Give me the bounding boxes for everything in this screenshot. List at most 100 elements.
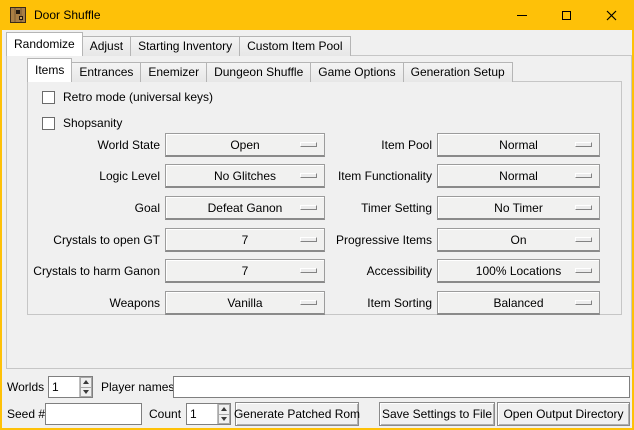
tab-dungeon-shuffle[interactable]: Dungeon Shuffle bbox=[206, 62, 311, 82]
maximize-button[interactable] bbox=[544, 0, 589, 30]
menu-indicator-icon bbox=[300, 173, 317, 178]
menu-indicator-icon bbox=[575, 268, 592, 273]
minimize-button[interactable] bbox=[499, 0, 544, 30]
progressive-items-dropdown[interactable]: On bbox=[437, 228, 600, 252]
logic-level-label: Logic Level bbox=[32, 164, 160, 188]
crystals-gt-dropdown[interactable]: 7 bbox=[165, 228, 325, 252]
worlds-spin-up-button[interactable] bbox=[80, 377, 92, 387]
tab-game-options[interactable]: Game Options bbox=[310, 62, 403, 82]
tab-randomize[interactable]: Randomize bbox=[6, 32, 83, 56]
item-functionality-dropdown[interactable]: Normal bbox=[437, 164, 600, 188]
menu-indicator-icon bbox=[575, 237, 592, 242]
menu-indicator-icon bbox=[300, 237, 317, 242]
dropdown-value: Vanilla bbox=[227, 293, 262, 313]
dropdown-value: Balanced bbox=[493, 293, 543, 313]
retro-mode-checkbox[interactable] bbox=[42, 91, 55, 104]
worlds-spinner bbox=[79, 377, 92, 397]
tab-generation-setup[interactable]: Generation Setup bbox=[403, 62, 513, 82]
tab-custom-item-pool[interactable]: Custom Item Pool bbox=[239, 36, 350, 56]
retro-mode-row: Retro mode (universal keys) bbox=[42, 89, 213, 105]
count-spin-up-button[interactable] bbox=[218, 404, 230, 414]
arrow-up-icon bbox=[83, 380, 89, 384]
dropdown-value: Normal bbox=[499, 135, 538, 155]
item-sorting-label: Item Sorting bbox=[322, 291, 432, 315]
dropdown-value: No Glitches bbox=[214, 166, 276, 186]
retro-mode-label: Retro mode (universal keys) bbox=[63, 90, 213, 104]
worlds-spinbox bbox=[48, 376, 93, 398]
item-pool-label: Item Pool bbox=[322, 133, 432, 157]
save-settings-button[interactable]: Save Settings to File bbox=[379, 402, 495, 426]
count-spinner bbox=[217, 404, 230, 424]
window-title: Door Shuffle bbox=[34, 8, 101, 22]
menu-indicator-icon bbox=[575, 300, 592, 305]
accessibility-label: Accessibility bbox=[322, 259, 432, 283]
count-input[interactable] bbox=[187, 404, 217, 424]
count-label: Count bbox=[149, 403, 181, 425]
dropdown-value: Defeat Ganon bbox=[208, 198, 283, 218]
menu-indicator-icon bbox=[300, 268, 317, 273]
item-sorting-dropdown[interactable]: Balanced bbox=[437, 291, 600, 315]
crystals-ganon-dropdown[interactable]: 7 bbox=[165, 259, 325, 283]
count-spin-down-button[interactable] bbox=[218, 414, 230, 425]
tab-items[interactable]: Items bbox=[27, 58, 72, 82]
tab-starting-inventory[interactable]: Starting Inventory bbox=[130, 36, 240, 56]
app-window: Door Shuffle Randomize Adjust Starting I… bbox=[0, 0, 634, 430]
crystals-ganon-label: Crystals to harm Ganon bbox=[32, 259, 160, 283]
timer-setting-label: Timer Setting bbox=[322, 196, 432, 220]
dropdown-value: No Timer bbox=[494, 198, 543, 218]
dropdown-value: 7 bbox=[242, 230, 249, 250]
dropdown-value: 7 bbox=[242, 261, 249, 281]
tab-entrances[interactable]: Entrances bbox=[71, 62, 141, 82]
dropdown-value: On bbox=[510, 230, 526, 250]
shopsanity-label: Shopsanity bbox=[63, 116, 122, 130]
worlds-input[interactable] bbox=[49, 377, 79, 397]
logic-level-dropdown[interactable]: No Glitches bbox=[165, 164, 325, 188]
world-state-dropdown[interactable]: Open bbox=[165, 133, 325, 157]
dropdown-value: Normal bbox=[499, 166, 538, 186]
player-names-label: Player names bbox=[101, 376, 174, 398]
crystals-gt-label: Crystals to open GT bbox=[32, 228, 160, 252]
tab-enemizer[interactable]: Enemizer bbox=[140, 62, 207, 82]
accessibility-dropdown[interactable]: 100% Locations bbox=[437, 259, 600, 283]
menu-indicator-icon bbox=[300, 300, 317, 305]
seed-label: Seed # bbox=[7, 403, 45, 425]
menu-indicator-icon bbox=[575, 205, 592, 210]
door-icon bbox=[10, 7, 26, 23]
dropdown-value: Open bbox=[230, 135, 259, 155]
count-spinbox bbox=[186, 403, 231, 425]
randomize-subtabbar: Items Entrances Enemizer Dungeon Shuffle… bbox=[27, 58, 512, 82]
progressive-items-label: Progressive Items bbox=[322, 228, 432, 252]
window-controls bbox=[499, 0, 634, 30]
weapons-label: Weapons bbox=[32, 291, 160, 315]
worlds-label: Worlds bbox=[7, 376, 44, 398]
weapons-dropdown[interactable]: Vanilla bbox=[165, 291, 325, 315]
open-output-directory-button[interactable]: Open Output Directory bbox=[497, 402, 630, 426]
dropdown-value: 100% Locations bbox=[476, 261, 561, 281]
item-pool-dropdown[interactable]: Normal bbox=[437, 133, 600, 157]
shopsanity-row: Shopsanity bbox=[42, 115, 122, 131]
shopsanity-checkbox[interactable] bbox=[42, 117, 55, 130]
timer-setting-dropdown[interactable]: No Timer bbox=[437, 196, 600, 220]
arrow-down-icon bbox=[221, 417, 227, 421]
minimize-icon bbox=[517, 15, 527, 16]
menu-indicator-icon bbox=[300, 205, 317, 210]
menu-indicator-icon bbox=[575, 142, 592, 147]
close-button[interactable] bbox=[589, 0, 634, 30]
seed-input[interactable] bbox=[45, 403, 142, 425]
item-functionality-label: Item Functionality bbox=[322, 164, 432, 188]
maximize-icon bbox=[562, 11, 571, 20]
tab-adjust[interactable]: Adjust bbox=[82, 36, 131, 56]
world-state-label: World State bbox=[32, 133, 160, 157]
generate-patched-rom-button[interactable]: Generate Patched Rom bbox=[235, 402, 359, 426]
menu-indicator-icon bbox=[575, 173, 592, 178]
goal-dropdown[interactable]: Defeat Ganon bbox=[165, 196, 325, 220]
menu-indicator-icon bbox=[300, 142, 317, 147]
close-icon bbox=[606, 10, 617, 21]
main-tabbar: Randomize Adjust Starting Inventory Cust… bbox=[6, 32, 350, 56]
player-names-input[interactable] bbox=[173, 376, 630, 398]
titlebar: Door Shuffle bbox=[0, 0, 634, 30]
arrow-up-icon bbox=[221, 407, 227, 411]
arrow-down-icon bbox=[83, 390, 89, 394]
worlds-spin-down-button[interactable] bbox=[80, 387, 92, 398]
goal-label: Goal bbox=[32, 196, 160, 220]
